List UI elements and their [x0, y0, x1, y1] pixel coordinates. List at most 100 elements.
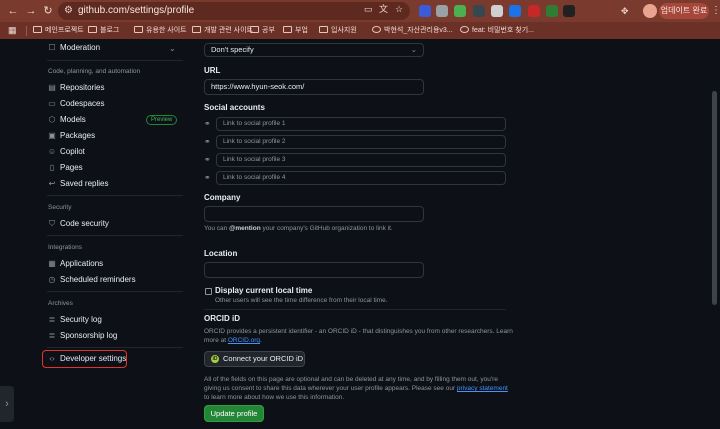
- sidebar-heading-code: Code, planning, and automation: [48, 68, 141, 75]
- sidebar-item-security-log[interactable]: ≣ Security log: [47, 313, 102, 327]
- section-divider: [204, 309, 506, 310]
- sidebar-item-models[interactable]: ⬡ Models: [47, 113, 86, 127]
- sidebar-item-label: Security log: [60, 315, 102, 324]
- sidebar-item-label: Code security: [60, 219, 109, 228]
- sidebar-item-code-security[interactable]: ⛉ Code security: [47, 217, 109, 231]
- sidebar-divider: [47, 347, 183, 348]
- connect-orcid-button[interactable]: iD Connect your ORCID iD: [204, 351, 305, 367]
- profile-avatar-icon[interactable]: [643, 4, 657, 18]
- sidebar-item-pages[interactable]: ▯ Pages: [47, 161, 83, 175]
- local-time-checkbox[interactable]: [205, 288, 212, 295]
- sidebar-item-label: Developer settings: [60, 354, 127, 363]
- sidebar-item-copilot[interactable]: ☺ Copilot: [47, 145, 85, 159]
- orcid-note: ORCID provides a persistent identifier -…: [204, 328, 513, 335]
- social-link-input[interactable]: Link to social profile 3: [216, 153, 506, 167]
- orcid-note-2: more at ORCID.org.: [204, 337, 262, 344]
- bookmark-item[interactable]: 입사지원: [319, 22, 357, 39]
- sidebar-item-label: Pages: [60, 163, 83, 172]
- sidebar-item-scheduled-reminders[interactable]: ◷ Scheduled reminders: [47, 273, 136, 287]
- dark-extension-icon[interactable]: [473, 5, 485, 17]
- page-scrollbar[interactable]: [712, 91, 717, 305]
- address-bar[interactable]: ⚙ github.com/settings/profile: [58, 2, 410, 20]
- link-icon: ⚭: [204, 119, 211, 128]
- sidebar-item-label: Models: [60, 115, 86, 124]
- bookmark-item[interactable]: 블로그: [88, 22, 119, 39]
- sidebar-item-codespaces[interactable]: ▭ Codespaces: [47, 97, 104, 111]
- folder-icon: [250, 26, 259, 33]
- sidebar-item-applications[interactable]: ▦ Applications: [47, 257, 103, 271]
- sidebar-item-label: Sponsorship log: [60, 331, 118, 340]
- forward-arrow-icon[interactable]: →: [24, 3, 38, 19]
- bookmark-item[interactable]: 박현석_자산관리용v3...: [372, 22, 453, 39]
- bookmark-item[interactable]: 메인프로젝트: [33, 22, 84, 39]
- reply-icon: ↩: [48, 179, 56, 188]
- sidebar-item-sponsorship-log[interactable]: ≣ Sponsorship log: [47, 329, 118, 343]
- green-extension-icon[interactable]: [454, 5, 466, 17]
- social-link-input[interactable]: Link to social profile 2: [216, 135, 506, 149]
- sidebar-item-label: Packages: [60, 131, 96, 140]
- social-link-placeholder: Link to social profile 4: [223, 174, 286, 181]
- folder-icon: [192, 26, 201, 33]
- code-icon: ‹›: [49, 354, 55, 363]
- social-account-row: ⚭ Link to social profile 4: [204, 171, 506, 185]
- sidebar-item-moderation[interactable]: ☐ Moderation: [47, 41, 100, 55]
- social-link-input[interactable]: Link to social profile 4: [216, 171, 506, 185]
- location-input[interactable]: [204, 262, 424, 278]
- reload-icon[interactable]: ↻: [41, 3, 55, 19]
- bookmark-label: 부업: [295, 27, 308, 34]
- extensions-puzzle-icon[interactable]: ✥: [621, 4, 629, 18]
- bookmark-star-icon[interactable]: ☆: [395, 2, 403, 16]
- sidebar-item-developer-settings[interactable]: ‹› Developer settings: [47, 352, 126, 366]
- expand-panel-chevron-icon[interactable]: ›: [0, 386, 14, 422]
- local-time-note: Other users will see the time difference…: [215, 297, 388, 304]
- social-link-placeholder: Link to social profile 3: [223, 156, 286, 163]
- sidebar-item-packages[interactable]: ▣ Packages: [47, 129, 95, 143]
- apps-grid-icon[interactable]: ▦: [8, 26, 17, 35]
- folder-icon: [283, 26, 292, 33]
- update-button[interactable]: 업데이트 완료: [659, 3, 709, 19]
- browser-menu-icon[interactable]: ⋮: [711, 3, 720, 19]
- social-link-placeholder: Link to social profile 1: [223, 120, 286, 127]
- translate-icon[interactable]: 文: [379, 2, 388, 16]
- site-settings-icon[interactable]: ⚙: [64, 3, 73, 19]
- chevron-down-icon: ⌄: [410, 45, 417, 54]
- sidebar-item-label: Moderation: [60, 43, 101, 52]
- bookmark-label: 메인프로젝트: [45, 27, 84, 34]
- bookmark-item[interactable]: 유용한 사이트: [134, 22, 187, 39]
- black-extension-icon[interactable]: [563, 5, 575, 17]
- blue-extension-icon[interactable]: [419, 5, 431, 17]
- sidebar-item-label: Copilot: [60, 147, 85, 156]
- apps-icon: ▦: [48, 259, 56, 268]
- update-profile-button[interactable]: Update profile: [204, 405, 264, 422]
- social-account-row: ⚭ Link to social profile 2: [204, 135, 506, 149]
- orcid-link[interactable]: ORCID.org: [228, 337, 260, 344]
- sidebar-heading-archives: Archives: [48, 300, 73, 307]
- sidebar-item-repositories[interactable]: ▤ Repositories: [47, 81, 104, 95]
- orcid-logo-icon: iD: [211, 355, 219, 363]
- url-value: https://www.hyun-seok.com/: [211, 82, 305, 91]
- light-extension-icon[interactable]: [491, 5, 503, 17]
- bookmark-item[interactable]: 부업: [283, 22, 308, 39]
- company-input[interactable]: [204, 206, 424, 222]
- install-app-icon[interactable]: ▭: [364, 2, 373, 16]
- back-arrow-icon[interactable]: ←: [6, 3, 20, 19]
- package-icon: ▣: [48, 131, 56, 140]
- bookmark-label: 블로그: [100, 27, 120, 34]
- green-dot-extension-icon[interactable]: [546, 5, 558, 17]
- privacy-statement-link[interactable]: privacy statement: [457, 385, 508, 392]
- url-input[interactable]: https://www.hyun-seok.com/: [204, 79, 424, 95]
- pronouns-select[interactable]: Don't specify ⌄: [204, 43, 424, 57]
- social-link-input[interactable]: Link to social profile 1: [216, 117, 506, 131]
- sidebar-item-label: Applications: [60, 259, 104, 268]
- models-icon: ⬡: [48, 115, 56, 124]
- sidebar-item-saved-replies[interactable]: ↩ Saved replies: [47, 177, 109, 191]
- bookmark-item[interactable]: 공부: [250, 22, 275, 39]
- bookmark-item[interactable]: feat: 비밀번호 찾기...: [460, 22, 534, 39]
- gray-extension-icon[interactable]: [436, 5, 448, 17]
- new-extension-icon[interactable]: [528, 5, 540, 17]
- clock-icon: ◷: [48, 275, 56, 284]
- bookmark-label: feat: 비밀번호 찾기...: [472, 27, 534, 34]
- bookmark-item[interactable]: 개발 관련 사이트: [192, 22, 253, 39]
- chevron-down-icon[interactable]: ⌄: [169, 44, 176, 54]
- check-extension-icon[interactable]: [509, 5, 521, 17]
